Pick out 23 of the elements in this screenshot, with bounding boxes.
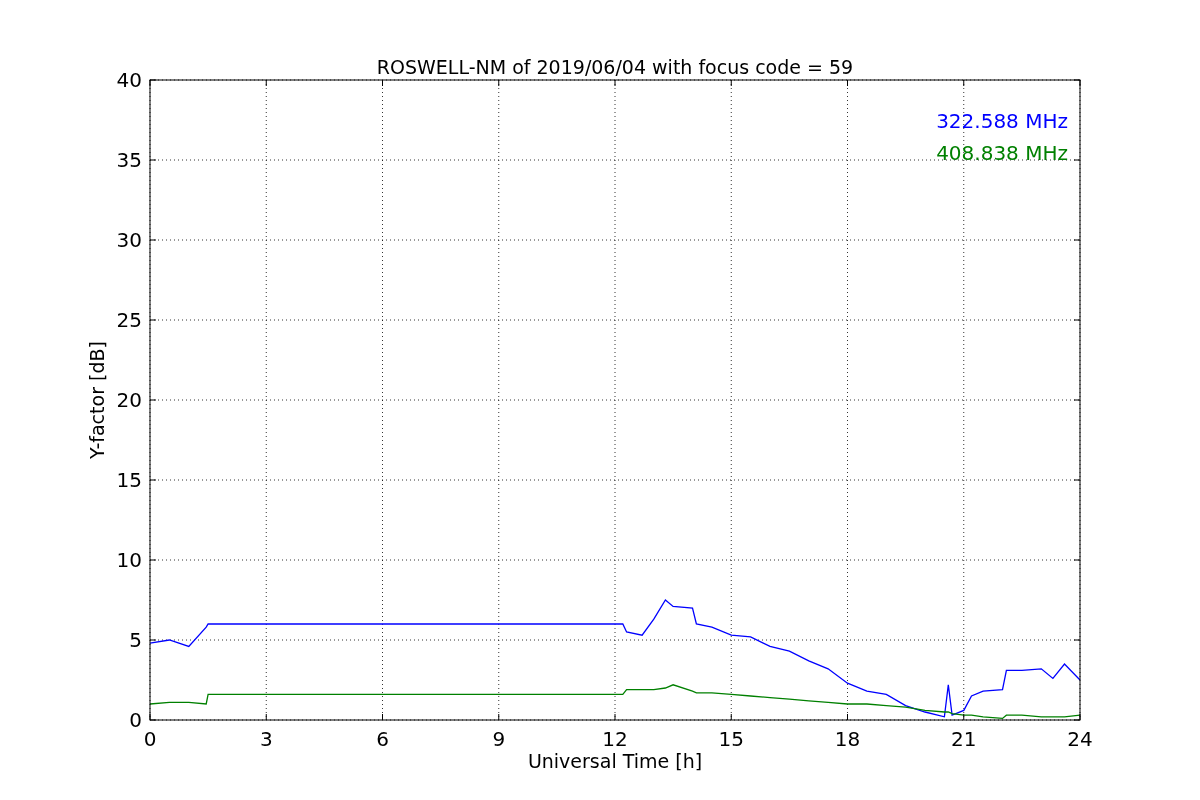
x-tick-label: 15 — [718, 727, 744, 751]
x-tick-label: 6 — [376, 727, 389, 751]
y-tick-label: 0 — [129, 708, 142, 732]
y-tick-label: 25 — [116, 308, 142, 332]
legend-label: 408.838 MHz — [936, 141, 1068, 165]
x-axis-label: Universal Time [h] — [527, 750, 703, 772]
y-tick-label: 40 — [116, 68, 142, 92]
x-tick-label: 9 — [492, 727, 506, 751]
chart-title: ROSWELL-NM of 2019/06/04 with focus code = 59 — [376, 56, 854, 78]
y-tick-label: 20 — [116, 388, 142, 412]
x-tick-label: 12 — [602, 727, 628, 751]
y-tick-label: 35 — [116, 148, 142, 172]
y-tick-label: 15 — [116, 468, 142, 492]
y-tick-label: 10 — [116, 548, 142, 572]
legend-label: 322.588 MHz — [936, 109, 1068, 133]
y-tick-label: 30 — [116, 228, 142, 252]
x-tick-label: 24 — [1067, 727, 1093, 751]
y-tick-label: 5 — [129, 628, 142, 652]
x-tick-label: 21 — [951, 727, 977, 751]
y-axis-label: Y-factor [dB] — [86, 341, 108, 459]
x-tick-label: 18 — [834, 727, 861, 751]
x-tick-label: 3 — [259, 727, 273, 751]
x-tick-label: 0 — [143, 727, 157, 751]
